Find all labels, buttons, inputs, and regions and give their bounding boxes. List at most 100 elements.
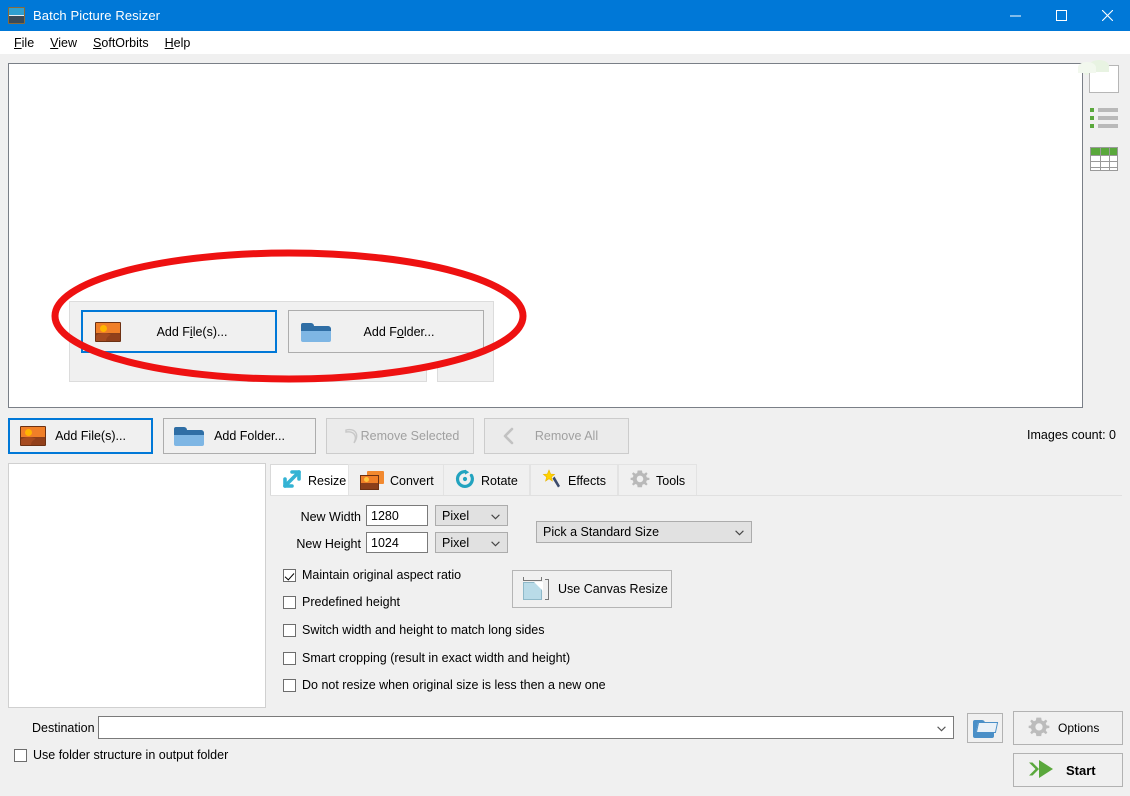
maximize-icon[interactable]: [1038, 0, 1084, 31]
add-file-button-label: Add File(s)...: [10, 429, 151, 443]
smart-cropping-label: Smart cropping (result in exact width an…: [302, 651, 570, 665]
add-folder-button[interactable]: Add Folder...: [163, 418, 316, 454]
start-button[interactable]: Start: [1013, 753, 1123, 787]
do-not-resize-checkbox[interactable]: [283, 679, 296, 692]
menu-view-rest: iew: [58, 36, 77, 50]
destination-label: Destination: [32, 721, 95, 735]
chevron-down-icon: [491, 536, 500, 550]
add-folder-button-label: Add Folder...: [164, 429, 315, 443]
new-width-unit-select[interactable]: Pixel: [435, 505, 508, 526]
magic-wand-icon: [542, 469, 562, 492]
switch-width-height-checkbox[interactable]: [283, 624, 296, 637]
menu-item-view[interactable]: View: [42, 34, 85, 52]
images-count-label: Images count: 0: [1027, 428, 1116, 442]
new-height-unit-select[interactable]: Pixel: [435, 532, 508, 553]
canvas-resize-icon: [522, 576, 552, 602]
destination-select[interactable]: [98, 716, 954, 739]
window-controls: [992, 0, 1130, 31]
do-not-resize-label: Do not resize when original size is less…: [302, 678, 606, 692]
tab-convert[interactable]: Convert: [348, 464, 446, 496]
drop-area-button-panel: Add File(s)... Add Folder...: [69, 301, 494, 364]
image-preview-panel: [8, 463, 266, 708]
menu-item-help[interactable]: Help: [157, 34, 199, 52]
add-folder-button-large[interactable]: Add Folder...: [288, 310, 484, 353]
start-button-label: Start: [1066, 763, 1096, 778]
file-toolbar: Add File(s)... Add Folder... Remove Sele…: [8, 418, 1122, 454]
chevron-down-icon: [735, 525, 744, 539]
checkbox-row-maintain-aspect[interactable]: Maintain original aspect ratio: [283, 568, 461, 582]
new-width-input[interactable]: [366, 505, 428, 526]
menu-item-softorbits[interactable]: SoftOrbits: [85, 34, 157, 52]
resize-settings-panel: New Width Pixel New Height Pixel Pick a …: [270, 496, 1122, 708]
chevron-down-icon: [937, 721, 946, 735]
maintain-aspect-label: Maintain original aspect ratio: [302, 568, 461, 582]
rotate-circular-arrow-icon: [455, 469, 475, 492]
green-arrow-icon: [1027, 759, 1057, 782]
resize-arrows-icon: [282, 469, 302, 492]
remove-all-button-label: Remove All: [485, 429, 628, 443]
use-canvas-resize-label: Use Canvas Resize: [558, 582, 668, 596]
close-icon[interactable]: [1084, 0, 1130, 31]
tab-rotate-label: Rotate: [481, 474, 518, 488]
tab-convert-label: Convert: [390, 474, 434, 488]
app-picture-icon: [8, 7, 25, 24]
gear-icon: [630, 469, 650, 492]
drop-area-strip-right: [437, 364, 494, 382]
title-bar: Batch Picture Resizer: [0, 0, 1130, 31]
view-mode-list-button[interactable]: [1085, 100, 1123, 138]
tab-resize[interactable]: Resize: [270, 464, 358, 496]
predefined-height-label: Predefined height: [302, 595, 400, 609]
checkbox-row-switch-wh[interactable]: Switch width and height to match long si…: [283, 623, 545, 637]
add-file-button[interactable]: Add File(s)...: [8, 418, 153, 454]
remove-selected-button-label: Remove Selected: [327, 429, 473, 443]
tab-tools[interactable]: Tools: [618, 464, 697, 496]
tab-tools-label: Tools: [656, 474, 685, 488]
menu-help-rest: elp: [174, 36, 191, 50]
minimize-icon[interactable]: [992, 0, 1038, 31]
tab-effects-label: Effects: [568, 474, 606, 488]
use-folder-structure-checkbox[interactable]: [14, 749, 27, 762]
standard-size-select[interactable]: Pick a Standard Size: [536, 521, 752, 543]
menu-softorbits-rest: oftOrbits: [101, 36, 148, 50]
browse-destination-button[interactable]: [967, 713, 1003, 743]
add-file-button-large-label: Add File(s)...: [83, 325, 275, 339]
remove-selected-button[interactable]: Remove Selected: [326, 418, 474, 454]
options-button[interactable]: Options: [1013, 711, 1123, 745]
use-folder-structure-label: Use folder structure in output folder: [33, 748, 228, 762]
use-canvas-resize-button[interactable]: Use Canvas Resize: [512, 570, 672, 608]
menu-item-file[interactable]: File: [6, 34, 42, 52]
remove-all-button[interactable]: Remove All: [484, 418, 629, 454]
new-height-label: New Height: [295, 537, 361, 551]
view-mode-grid-button[interactable]: [1085, 140, 1123, 178]
view-mode-switcher: [1085, 60, 1125, 180]
open-folder-icon: [973, 719, 997, 738]
grid-view-icon: [1090, 147, 1118, 171]
new-height-input[interactable]: [366, 532, 428, 553]
add-folder-button-large-label: Add Folder...: [289, 325, 483, 339]
maintain-aspect-checkbox[interactable]: [283, 569, 296, 582]
tab-rotate[interactable]: Rotate: [443, 464, 530, 496]
tab-effects[interactable]: Effects: [530, 464, 618, 496]
chevron-down-icon: [491, 509, 500, 523]
tab-resize-label: Resize: [308, 474, 346, 488]
checkbox-row-use-folder-structure[interactable]: Use folder structure in output folder: [14, 748, 228, 762]
file-list-drop-area[interactable]: Add File(s)... Add Folder...: [8, 63, 1083, 408]
smart-cropping-checkbox[interactable]: [283, 652, 296, 665]
menu-bar: File View SoftOrbits Help: [0, 31, 1130, 54]
window-title: Batch Picture Resizer: [33, 8, 160, 23]
new-width-label: New Width: [295, 510, 361, 524]
drop-area-strip-left: [69, 364, 427, 382]
new-width-unit-value: Pixel: [442, 509, 469, 523]
checkbox-row-predefined-height[interactable]: Predefined height: [283, 595, 400, 609]
application-window: Batch Picture Resizer File View SoftOrbi…: [0, 0, 1130, 796]
options-button-label: Options: [1058, 721, 1099, 735]
list-view-icon: [1090, 108, 1118, 130]
new-height-unit-value: Pixel: [442, 536, 469, 550]
predefined-height-checkbox[interactable]: [283, 596, 296, 609]
checkbox-row-do-not-resize[interactable]: Do not resize when original size is less…: [283, 678, 606, 692]
gear-icon: [1028, 716, 1050, 741]
thumbnail-view-icon: [1089, 65, 1119, 93]
checkbox-row-smart-cropping[interactable]: Smart cropping (result in exact width an…: [283, 651, 570, 665]
view-mode-thumbnail-button[interactable]: [1085, 60, 1123, 98]
add-file-button-large[interactable]: Add File(s)...: [81, 310, 277, 353]
